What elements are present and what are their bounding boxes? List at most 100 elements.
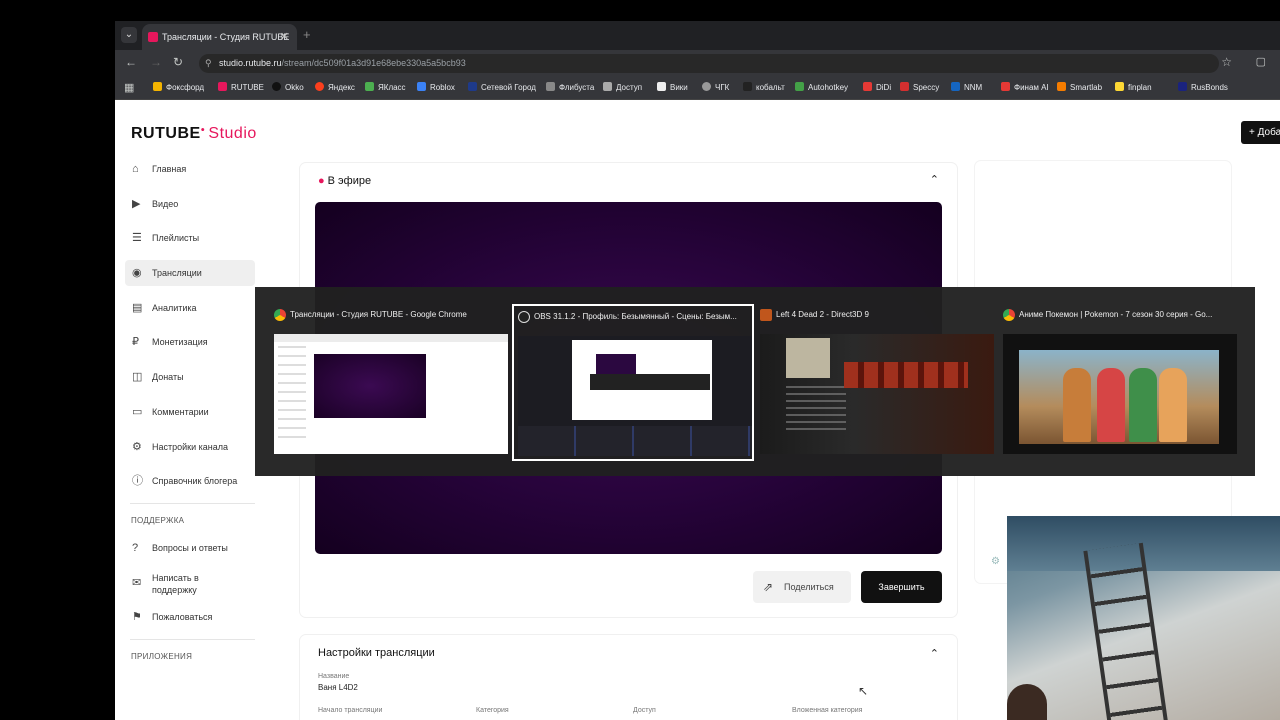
bookmark-item[interactable]: кобальт	[743, 76, 785, 99]
address-bar: ← → ↻ ⚲ studio.rutube.ru/stream/dc509f01…	[115, 50, 1280, 76]
new-tab-button[interactable]: +	[303, 27, 311, 42]
tab-title: Трансляции - Студия RUTUBE	[162, 32, 290, 42]
window-thumbnail	[518, 336, 752, 456]
sidebar-item-channel-settings[interactable]: ⚙ Настройки канала	[125, 434, 255, 460]
sidebar-item-faq[interactable]: ? Вопросы и ответы	[125, 535, 255, 561]
mouse-cursor-icon: ↖	[858, 684, 869, 698]
switcher-window-l4d2[interactable]: Left 4 Dead 2 - Direct3D 9	[756, 304, 998, 461]
sidebar-item-write-support[interactable]: ✉ Написать в поддержку	[125, 570, 237, 596]
sidebar: ⌂ Главная ▶ Видео ☰ Плейлисты ◉ Трансляции ▤…	[125, 156, 255, 671]
tab-close-icon[interactable]: ✕	[280, 24, 289, 50]
bookmark-item[interactable]: Финам AI	[1001, 76, 1049, 99]
apps-section-header: ПРИЛОЖЕНИЯ	[131, 651, 193, 661]
collapse-chevron-icon[interactable]: ⌃	[930, 173, 939, 186]
sidebar-item-donations[interactable]: ◫ Донаты	[125, 364, 255, 390]
url-field[interactable]: ⚲ studio.rutube.ru/stream/dc509f01a3d91e…	[199, 54, 1219, 73]
sidebar-item-video[interactable]: ▶ Видео	[125, 191, 255, 217]
window-title: OBS 31.1.2 - Профиль: Безымянный - Сцены…	[534, 312, 737, 321]
add-button[interactable]: + Доба	[1241, 121, 1280, 144]
bookmark-item[interactable]: ЧГК	[702, 76, 729, 99]
apps-grid-icon[interactable]: ▦	[124, 81, 134, 94]
url-path: /stream/dc509f01a3d91e68ebe330a5a5bcb93	[281, 58, 466, 68]
settings-title: Настройки трансляции	[318, 647, 435, 659]
bookmark-item[interactable]: Сетевой Город	[468, 76, 536, 99]
sidebar-item-broadcasts[interactable]: ◉ Трансляции	[125, 260, 255, 287]
back-icon[interactable]: ←	[125, 55, 137, 69]
rutube-studio-logo[interactable]: RUTUBE● Studio	[131, 125, 257, 143]
collapse-chevron-icon[interactable]: ⌃	[930, 647, 939, 660]
bookmark-item[interactable]: Флибуста	[546, 76, 594, 99]
bookmark-item[interactable]: Autohotkey	[795, 76, 848, 99]
name-value[interactable]: Ваня L4D2	[318, 683, 358, 692]
end-stream-button[interactable]: Завершить	[861, 571, 942, 603]
browser-tab[interactable]: Трансляции - Студия RUTUBE ✕	[142, 24, 297, 50]
live-dot-icon: ●	[318, 175, 325, 187]
switcher-window-pokemon[interactable]: Аниме Покемон | Pokemon - 7 сезон 30 сер…	[999, 304, 1241, 461]
start-label: Начало трансляции	[318, 707, 383, 714]
bookmark-item[interactable]: Okko	[272, 76, 304, 99]
site-info-icon[interactable]: ⚲	[205, 54, 212, 73]
reload-icon[interactable]: ↻	[173, 55, 183, 69]
analytics-icon: ▤	[132, 301, 143, 314]
sidebar-item-home[interactable]: ⌂ Главная	[125, 156, 255, 182]
donate-icon: ◫	[132, 371, 143, 384]
tab-search-icon[interactable]: ⌄	[121, 27, 137, 43]
share-icon: ⇗	[763, 580, 774, 594]
extensions-icon[interactable]: ▢	[1256, 55, 1266, 68]
bookmark-item[interactable]: Яндекс	[315, 76, 355, 99]
url-host: studio.rutube.ru	[219, 58, 282, 68]
bookmark-item[interactable]: RusBonds	[1178, 76, 1228, 99]
tab-bar: ⌄ Трансляции - Студия RUTUBE ✕ +	[115, 21, 1280, 50]
broadcast-icon: ◉	[132, 267, 142, 280]
playlist-icon: ☰	[132, 232, 142, 245]
video-icon: ▶	[132, 197, 141, 210]
bookmark-star-icon[interactable]: ☆	[1221, 55, 1232, 69]
bookmark-item[interactable]: DiDi	[863, 76, 891, 99]
subcategory-label: Вложенная категория	[792, 707, 863, 714]
switcher-window-obs[interactable]: OBS 31.1.2 - Профиль: Безымянный - Сцены…	[512, 304, 754, 461]
flag-icon: ⚑	[132, 611, 142, 624]
mail-icon: ✉	[132, 576, 142, 589]
share-button[interactable]: ⇗ Поделиться	[753, 571, 851, 603]
window-title: Трансляции - Студия RUTUBE - Google Chro…	[290, 310, 467, 319]
sidebar-divider	[130, 638, 255, 640]
bookmark-item[interactable]: Speccy	[900, 76, 939, 99]
bookmark-item[interactable]: finplan	[1115, 76, 1152, 99]
chrome-icon	[1003, 309, 1015, 321]
sidebar-item-report[interactable]: ⚑ Пожаловаться	[125, 604, 255, 630]
comments-icon: ▭	[132, 405, 143, 418]
drag-handle-icon[interactable]: ⚙	[991, 556, 1000, 567]
bookmark-item[interactable]: Доступ	[603, 76, 642, 99]
window-title: Аниме Покемон | Pokemon - 7 сезон 30 сер…	[1019, 310, 1213, 319]
stream-settings-card: Настройки трансляции ⌃ Название Ваня L4D…	[300, 635, 957, 720]
window-title: Left 4 Dead 2 - Direct3D 9	[776, 310, 869, 319]
forward-icon[interactable]: →	[150, 55, 162, 69]
window-thumbnail	[274, 334, 508, 454]
access-label: Доступ	[633, 707, 656, 714]
webcam-person	[1007, 684, 1047, 720]
bookmark-item[interactable]: Roblox	[417, 76, 455, 99]
alt-tab-switcher: Трансляции - Студия RUTUBE - Google Chro…	[255, 287, 1255, 476]
name-label: Название	[318, 673, 350, 680]
obs-icon	[518, 311, 530, 323]
sidebar-item-monetization[interactable]: ₽ Монетизация	[125, 329, 255, 355]
category-label: Категория	[476, 707, 509, 714]
home-icon: ⌂	[132, 163, 139, 175]
window-thumbnail	[1003, 334, 1237, 454]
sidebar-item-comments[interactable]: ▭ Комментарии	[125, 399, 255, 425]
bookmarks-bar: ▦ Фоксфорд RUTUBE Okko Яндекс ЯКласс Rob…	[115, 76, 1280, 100]
info-icon: ⓘ	[132, 475, 143, 488]
bookmark-item[interactable]: Smartlab	[1057, 76, 1102, 99]
sidebar-divider	[130, 502, 255, 504]
sidebar-item-blogger-guide[interactable]: ⓘ Справочник блогера	[125, 468, 255, 494]
window-thumbnail	[760, 334, 994, 454]
bookmark-item[interactable]: Вики	[657, 76, 688, 99]
sidebar-item-analytics[interactable]: ▤ Аналитика	[125, 295, 255, 321]
chrome-icon	[274, 309, 286, 321]
bookmark-item[interactable]: Фоксфорд	[153, 76, 204, 99]
bookmark-item[interactable]: RUTUBE	[218, 76, 264, 99]
bookmark-item[interactable]: NNM	[951, 76, 982, 99]
sidebar-item-playlists[interactable]: ☰ Плейлисты	[125, 225, 255, 251]
bookmark-item[interactable]: ЯКласс	[365, 76, 406, 99]
switcher-window-chrome[interactable]: Трансляции - Студия RUTUBE - Google Chro…	[270, 304, 512, 461]
